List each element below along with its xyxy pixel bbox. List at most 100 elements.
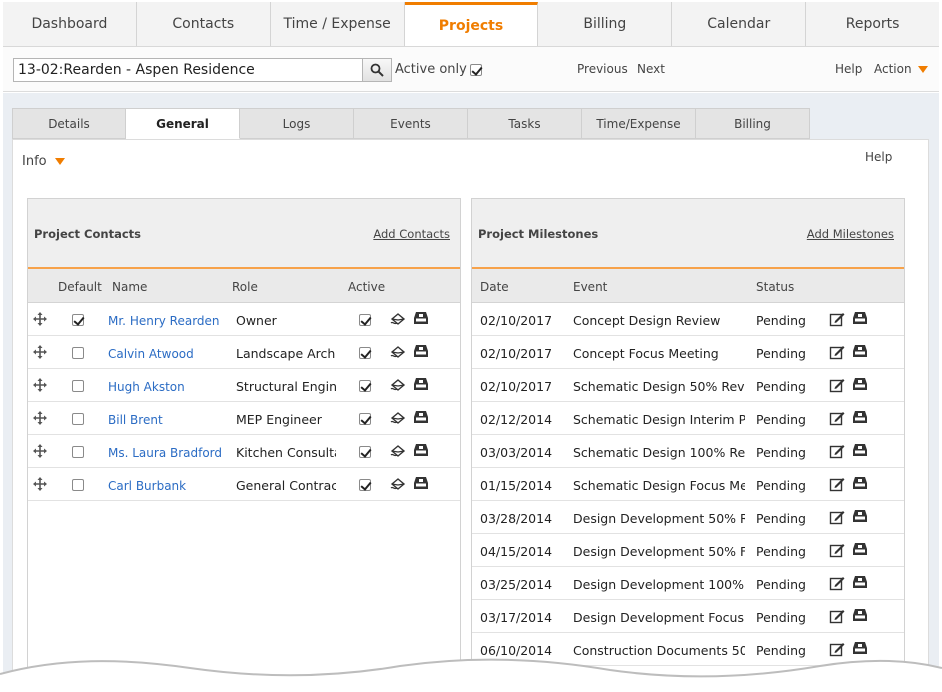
contact-name-link[interactable]: Carl Burbank: [108, 479, 230, 493]
active-checkbox[interactable]: [359, 446, 371, 458]
save-icon[interactable]: [413, 344, 429, 360]
action-menu[interactable]: Action: [874, 62, 928, 76]
edit-icon[interactable]: [829, 344, 845, 360]
subtab-details[interactable]: Details: [12, 108, 126, 139]
column-status[interactable]: Status: [756, 280, 794, 294]
nav-tab-projects[interactable]: Projects: [404, 2, 539, 46]
milestone-event: Concept Focus Meeting: [573, 346, 719, 361]
active-checkbox[interactable]: [359, 380, 371, 392]
nav-tab-contacts[interactable]: Contacts: [136, 2, 271, 46]
default-checkbox[interactable]: [72, 479, 84, 491]
save-icon[interactable]: [852, 377, 868, 393]
edit-icon[interactable]: [829, 542, 845, 558]
save-icon[interactable]: [852, 608, 868, 624]
column-name[interactable]: Name: [112, 280, 147, 294]
edit-icon[interactable]: [829, 608, 845, 624]
active-checkbox[interactable]: [359, 479, 371, 491]
drag-move-icon[interactable]: [33, 477, 47, 491]
contact-name-link[interactable]: Calvin Atwood: [108, 347, 230, 361]
next-link[interactable]: Next: [637, 62, 665, 76]
save-icon[interactable]: [852, 344, 868, 360]
nav-tab-dashboard[interactable]: Dashboard: [3, 2, 137, 46]
nav-tab-time-expense[interactable]: Time / Expense: [270, 2, 405, 46]
drag-move-icon[interactable]: [33, 411, 47, 425]
default-checkbox[interactable]: [72, 446, 84, 458]
add-milestones-link[interactable]: Add Milestones: [807, 227, 894, 241]
save-icon[interactable]: [852, 542, 868, 558]
subtab-time-expense[interactable]: Time/Expense: [582, 108, 696, 139]
save-icon[interactable]: [852, 509, 868, 525]
milestone-event: Design Development Focus Meeting: [573, 610, 745, 625]
save-icon[interactable]: [852, 410, 868, 426]
drag-move-icon[interactable]: [33, 378, 47, 392]
milestone-status: Pending: [756, 346, 806, 361]
save-icon[interactable]: [413, 410, 429, 426]
email-icon[interactable]: [390, 344, 406, 360]
milestone-event: Schematic Design 50% Review: [573, 379, 745, 394]
email-icon[interactable]: [390, 410, 406, 426]
email-icon[interactable]: [390, 443, 406, 459]
drag-move-icon[interactable]: [33, 312, 47, 326]
subtab-events[interactable]: Events: [354, 108, 468, 139]
edit-icon[interactable]: [829, 509, 845, 525]
milestone-status: Pending: [756, 478, 806, 493]
help-link[interactable]: Help: [835, 62, 862, 76]
save-icon[interactable]: [413, 476, 429, 492]
edit-icon[interactable]: [829, 443, 845, 459]
milestone-date: 02/12/2014: [480, 412, 553, 427]
subtab-general[interactable]: General: [126, 108, 240, 139]
nav-tab-billing[interactable]: Billing: [538, 2, 673, 46]
save-icon[interactable]: [413, 377, 429, 393]
contact-name-link[interactable]: Ms. Laura Bradford: [108, 446, 230, 460]
email-icon[interactable]: [390, 311, 406, 327]
panel-help-link[interactable]: Help: [865, 150, 892, 164]
default-checkbox[interactable]: [72, 413, 84, 425]
save-icon[interactable]: [852, 575, 868, 591]
subtab-logs[interactable]: Logs: [240, 108, 354, 139]
column-event[interactable]: Event: [573, 280, 607, 294]
nav-tab-reports[interactable]: Reports: [806, 2, 940, 46]
contact-name-link[interactable]: Hugh Akston: [108, 380, 230, 394]
nav-tab-calendar[interactable]: Calendar: [672, 2, 807, 46]
column-role[interactable]: Role: [232, 280, 258, 294]
subtab-tasks[interactable]: Tasks: [468, 108, 582, 139]
contact-name-link[interactable]: Mr. Henry Rearden: [108, 314, 230, 328]
subtab-billing[interactable]: Billing: [696, 108, 810, 139]
default-checkbox[interactable]: [72, 347, 84, 359]
drag-move-icon[interactable]: [33, 444, 47, 458]
active-only-checkbox[interactable]: [469, 63, 482, 76]
info-dropdown[interactable]: Info: [22, 154, 65, 169]
save-icon[interactable]: [413, 443, 429, 459]
milestone-status: Pending: [756, 511, 806, 526]
milestone-row: 03/17/2014 Design Development Focus Meeti…: [472, 600, 904, 633]
save-icon[interactable]: [413, 311, 429, 327]
edit-icon[interactable]: [829, 410, 845, 426]
column-date[interactable]: Date: [480, 280, 509, 294]
edit-icon[interactable]: [829, 377, 845, 393]
save-icon[interactable]: [852, 443, 868, 459]
drag-move-icon[interactable]: [33, 345, 47, 359]
email-icon[interactable]: [390, 476, 406, 492]
edit-icon[interactable]: [829, 476, 845, 492]
email-icon[interactable]: [390, 377, 406, 393]
edit-icon[interactable]: [829, 311, 845, 327]
search-button[interactable]: [362, 58, 392, 82]
default-checkbox[interactable]: [72, 380, 84, 392]
milestone-date: 02/10/2017: [480, 346, 553, 361]
active-checkbox[interactable]: [359, 413, 371, 425]
default-checkbox[interactable]: [72, 314, 84, 326]
add-contacts-link[interactable]: Add Contacts: [373, 227, 450, 241]
save-icon[interactable]: [852, 311, 868, 327]
column-active[interactable]: Active: [348, 280, 385, 294]
project-search-input[interactable]: [13, 58, 363, 82]
milestone-event: Design Development 50% Focus: [573, 544, 745, 559]
milestone-date: 01/15/2014: [480, 478, 553, 493]
contact-name-link[interactable]: Bill Brent: [108, 413, 230, 427]
save-icon[interactable]: [852, 476, 868, 492]
edit-icon[interactable]: [829, 575, 845, 591]
column-default[interactable]: Default: [58, 280, 102, 294]
active-checkbox[interactable]: [359, 314, 371, 326]
previous-link[interactable]: Previous: [577, 62, 628, 76]
milestone-event: Schematic Design Focus Meeting: [573, 478, 745, 493]
active-checkbox[interactable]: [359, 347, 371, 359]
